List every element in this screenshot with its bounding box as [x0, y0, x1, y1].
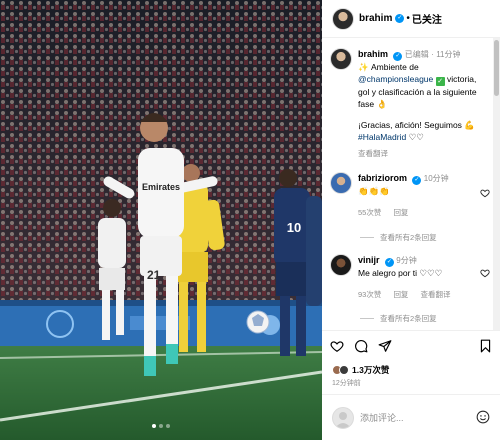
sparkle-icon: ✨: [358, 62, 369, 72]
comment-like-heart-icon[interactable]: [480, 268, 490, 278]
comment-time[interactable]: 10分钟: [424, 174, 449, 183]
post-date: 12分钟前: [332, 380, 361, 387]
carousel-dot: [152, 424, 156, 428]
opponent-number: 10: [287, 220, 301, 235]
header-separator: •: [406, 13, 410, 24]
comments-scrollbar[interactable]: [493, 38, 500, 330]
comment-username[interactable]: fabriziorom: [358, 173, 407, 183]
view-replies-label[interactable]: 查看所有2条回复: [380, 313, 437, 324]
bookmark-save-icon[interactable]: [479, 339, 492, 353]
replies-divider: [360, 237, 374, 238]
comment-input[interactable]: 添加评论...: [360, 411, 478, 424]
check-box-icon: ✓: [435, 77, 445, 86]
comment-compose: 添加评论...: [322, 394, 500, 440]
caption-text-1: Ambiente de: [370, 62, 419, 72]
carousel-dot: [166, 424, 170, 428]
comment-likes[interactable]: 93次赞: [358, 290, 381, 299]
view-replies-label[interactable]: 查看所有2条回复: [380, 232, 437, 243]
comment-item: vinijr ✓ 9分钟 Me alegro por ti ♡♡♡ 93次赞 回…: [330, 254, 490, 301]
mention-link[interactable]: @championsleague: [358, 74, 433, 84]
current-user-avatar: [332, 406, 354, 429]
comment-bubble-icon[interactable]: [354, 339, 368, 353]
see-translation-link[interactable]: 查看翻译: [421, 290, 451, 299]
likes-label[interactable]: 1.3万次赞: [352, 364, 389, 376]
liker-avatar: [339, 365, 349, 375]
caption-text-3: ¡Gracias, afición! Seguimos: [358, 120, 462, 130]
flexed-bicep-icon: 💪: [464, 120, 475, 130]
post-caption: brahim ✓ 已编辑 · 11分钟 ✨ Ambiente de @champ…: [330, 48, 490, 160]
like-heart-icon[interactable]: [330, 339, 344, 353]
pointing-hand-icon: 👌: [376, 99, 388, 109]
post-actions: 1.3万次赞 12分钟前: [322, 330, 500, 390]
emoji-smiley-icon[interactable]: [476, 410, 490, 424]
caption-username[interactable]: brahim: [358, 49, 388, 59]
following-button[interactable]: 已关注: [412, 11, 442, 26]
post-header: brahim ✓ • 已关注: [322, 0, 500, 38]
comment-text: 👏👏👏: [358, 186, 390, 196]
carousel-indicator: [0, 424, 322, 428]
reply-button[interactable]: 回复: [393, 290, 408, 299]
shorts-number: 21: [147, 268, 161, 282]
edited-label: 已编辑: [404, 50, 429, 59]
verified-badge-icon: ✓: [393, 52, 403, 61]
avatar[interactable]: [330, 172, 352, 194]
comment-username[interactable]: vinijr: [358, 255, 380, 265]
post-photo[interactable]: Emirates 21 10: [0, 0, 322, 440]
football-photo-illustration: Emirates 21 10: [0, 0, 322, 440]
comment-text: Me alegro por ti ♡♡♡: [358, 268, 443, 278]
caption-time[interactable]: 11分钟: [436, 50, 460, 59]
avatar[interactable]: [332, 7, 354, 30]
replies-divider: [360, 318, 374, 319]
jersey-sponsor: Emirates: [142, 182, 180, 192]
header-username[interactable]: brahim: [359, 13, 392, 24]
avatar[interactable]: [330, 48, 352, 70]
see-translation-link[interactable]: 查看翻译: [358, 149, 388, 158]
avatar[interactable]: [330, 254, 352, 276]
comment-likes[interactable]: 55次赞: [358, 208, 381, 217]
reply-button[interactable]: 回复: [393, 208, 408, 217]
post-side-panel: brahim ✓ • 已关注 brahim ✓ 已编辑 · 11分钟 ✨ Amb…: [322, 0, 500, 440]
comment-like-heart-icon[interactable]: [480, 188, 490, 198]
caption-hearts: ♡♡: [408, 132, 424, 142]
verified-badge-icon: ✓: [412, 176, 422, 185]
instagram-post-modal: Emirates 21 10 brahim ✓ • 已关注 brahim ✓ 已…: [0, 0, 500, 440]
comments-feed[interactable]: brahim ✓ 已编辑 · 11分钟 ✨ Ambiente de @champ…: [322, 38, 500, 330]
user-placeholder-icon: [335, 411, 351, 428]
dot-separator: ·: [431, 50, 434, 59]
comment-time[interactable]: 9分钟: [396, 256, 416, 265]
view-replies-link[interactable]: 查看所有2条回复: [360, 313, 437, 324]
scrollbar-thumb[interactable]: [494, 40, 499, 96]
verified-badge-icon: ✓: [395, 14, 405, 23]
view-replies-link[interactable]: 查看所有2条回复: [360, 232, 437, 243]
comment-item: fabriziorom ✓ 10分钟 👏👏👏 55次赞 回复: [330, 172, 490, 219]
verified-badge-icon: ✓: [384, 258, 394, 267]
hashtag-link[interactable]: #HalaMadrid: [358, 132, 406, 142]
carousel-dot: [159, 424, 163, 428]
share-send-icon[interactable]: [378, 339, 392, 353]
likes-count[interactable]: 1.3万次赞: [332, 364, 389, 376]
